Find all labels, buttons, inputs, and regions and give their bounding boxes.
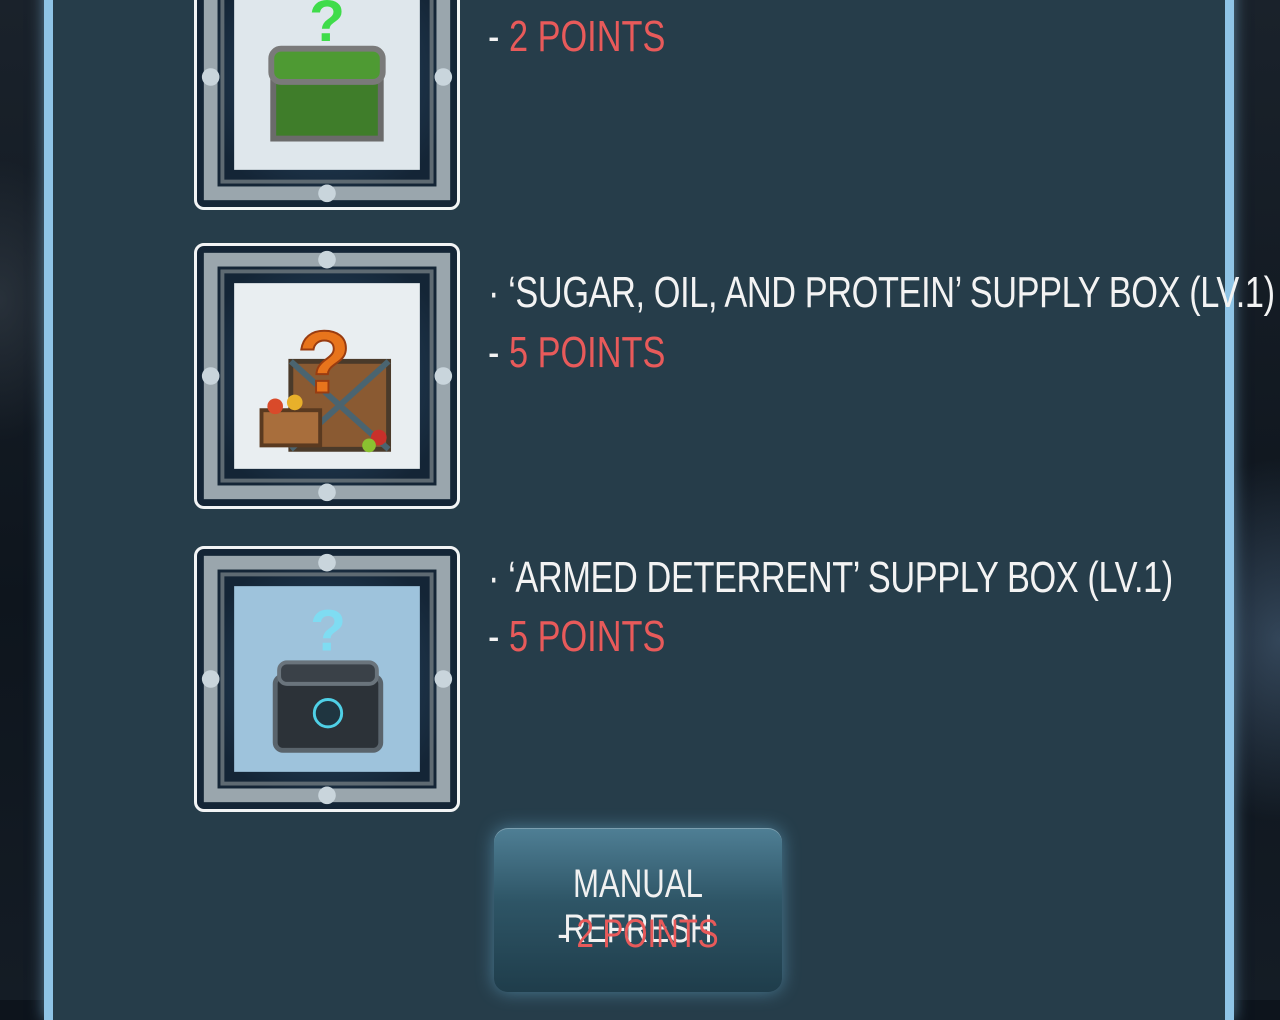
manual-refresh-button[interactable]: MANUAL REFRESH - 2 POINTS [494, 828, 782, 992]
refresh-cost: 2 POINTS [576, 912, 719, 956]
cost-dash: - [488, 328, 509, 377]
item-name: · ‘ARMED DETERRENT’ SUPPLY BOX (LV.1) [488, 553, 1173, 602]
food-supply-box-icon[interactable]: ? [194, 243, 460, 509]
item-cost: 2 POINTS [508, 12, 666, 61]
item-cost-line: - 5 POINTS [488, 328, 665, 378]
cost-dash: - [488, 612, 509, 661]
cost-dash: - [488, 12, 509, 61]
svg-text:?: ? [297, 313, 351, 412]
item-cost: 5 POINTS [508, 612, 666, 661]
green-supply-box-icon[interactable]: ? [194, 0, 460, 210]
item-cost-line: - 2 POINTS [488, 12, 665, 62]
svg-text:?: ? [309, 0, 345, 54]
armed-supply-box-icon[interactable]: ? [194, 546, 460, 812]
cost-dash: - [557, 912, 577, 956]
refresh-cost-line: - 2 POINTS [526, 912, 751, 957]
svg-text:?: ? [310, 599, 346, 664]
item-name: · ‘SUGAR, OIL, AND PROTEIN’ SUPPLY BOX (… [488, 268, 1275, 317]
item-cost-line: - 5 POINTS [488, 612, 665, 662]
item-cost: 5 POINTS [508, 328, 666, 377]
